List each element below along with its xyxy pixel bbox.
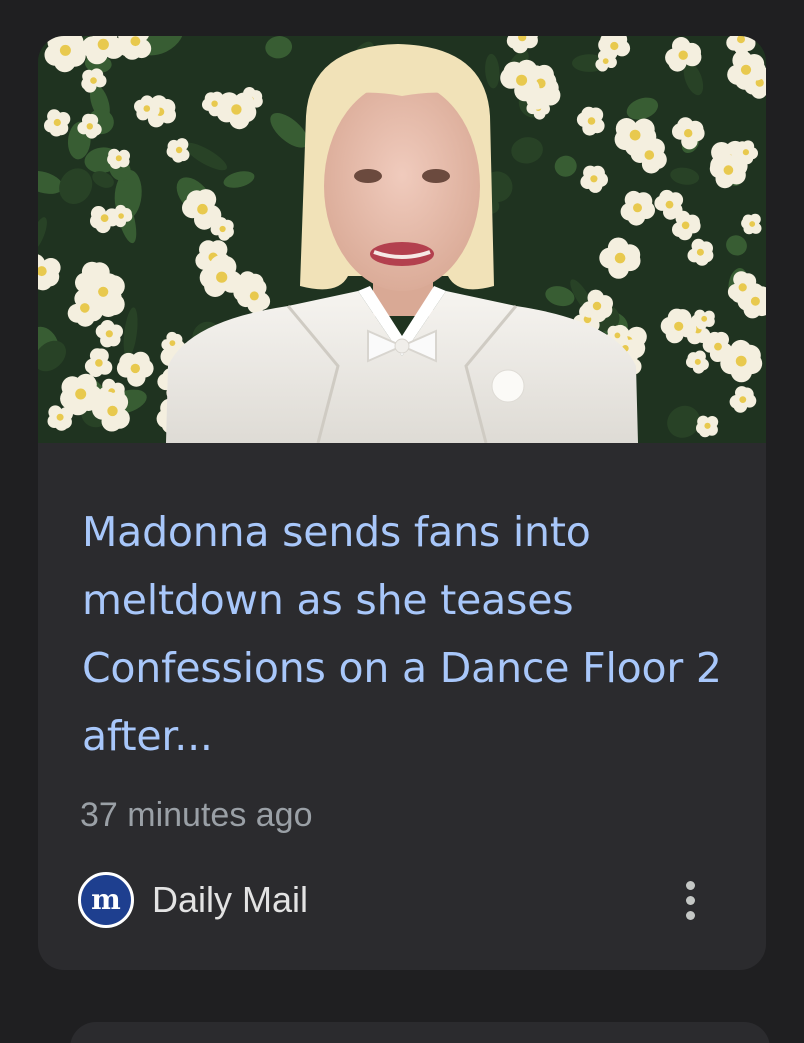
news-feed: Madonna sends fans into meltdown as she … [0,0,804,1043]
article-thumbnail[interactable] [38,36,766,443]
daily-mail-logo-icon: m [78,872,134,928]
source-name: Daily Mail [152,879,309,920]
more-options-button[interactable] [674,872,706,928]
news-article-card[interactable]: Madonna sends fans into meltdown as she … [38,36,766,970]
article-timestamp: 37 minutes ago [80,796,313,834]
article-photo [38,36,766,443]
next-article-card[interactable] [70,1022,770,1043]
more-vert-icon [685,880,695,890]
svg-text:m: m [91,885,121,915]
article-source[interactable]: m Daily Mail [78,872,308,928]
article-headline[interactable]: Madonna sends fans into meltdown as she … [82,498,732,770]
